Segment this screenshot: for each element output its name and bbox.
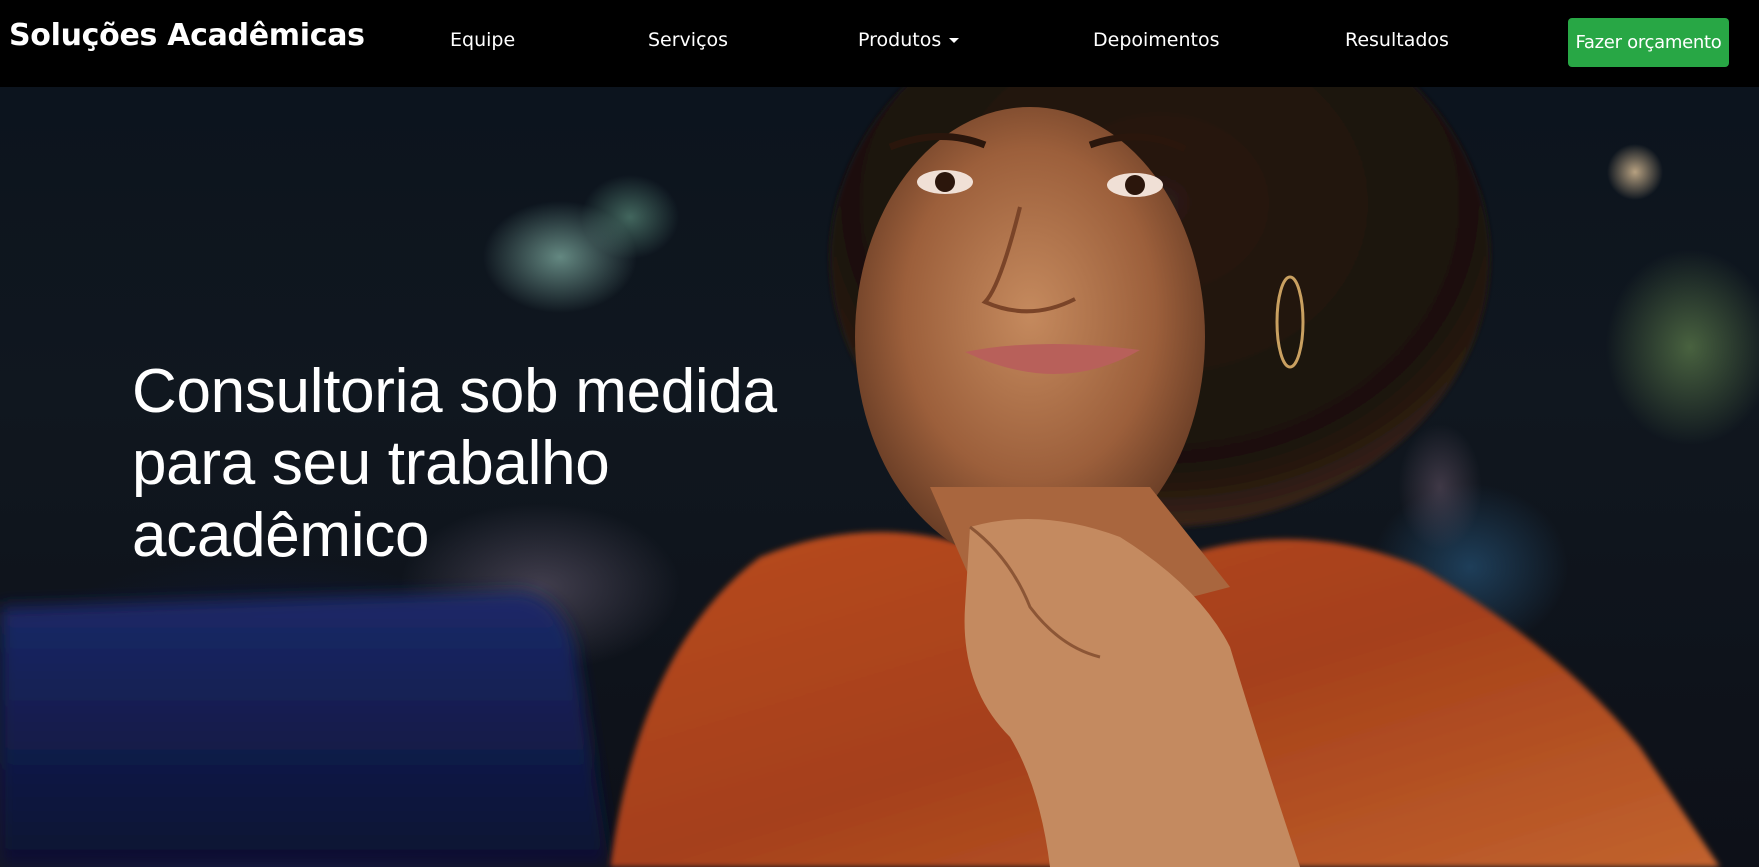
nav-link-servicos[interactable]: Serviços xyxy=(648,29,728,51)
top-navbar: Soluções Acadêmicas Equipe Serviços Prod… xyxy=(0,0,1759,87)
nav-link-label: Serviços xyxy=(648,29,729,51)
hero-section: Consultoria sob medida para seu trabalho… xyxy=(0,87,1759,867)
nav-link-label: Produtos xyxy=(858,29,942,51)
brand-logo-link[interactable]: Soluções Acadêmicas xyxy=(9,18,365,53)
hero-headline: Consultoria sob medida para seu trabalho… xyxy=(132,357,777,570)
nav-link-label: Equipe xyxy=(450,29,516,51)
nav-link-label: Resultados xyxy=(1345,29,1449,51)
nav-link-depoimentos[interactable]: Depoimentos xyxy=(1093,29,1220,51)
nav-link-label: Depoimentos xyxy=(1093,29,1220,51)
nav-link-equipe[interactable]: Equipe xyxy=(450,29,515,51)
caret-down-icon xyxy=(949,37,960,43)
nav-link-resultados[interactable]: Resultados xyxy=(1345,29,1449,51)
nav-dropdown-produtos[interactable]: Produtos xyxy=(858,29,960,51)
request-quote-button[interactable]: Fazer orçamento xyxy=(1568,18,1729,67)
